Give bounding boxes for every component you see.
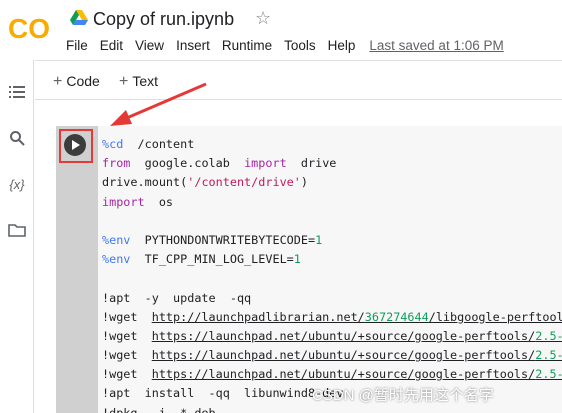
code-line: %cd /content xyxy=(102,137,195,151)
menu-icon[interactable] xyxy=(7,82,27,102)
google-drive-icon xyxy=(70,10,88,25)
left-sidebar: {x} xyxy=(0,60,34,413)
code-cell[interactable]: %cd /content from google.colab import dri… xyxy=(56,126,562,413)
code-line: from google.colab import drive xyxy=(102,156,337,171)
notebook-title[interactable]: Copy of run.ipynb xyxy=(93,9,234,30)
code-line: %env PYTHONDONTWRITEBYTECODE=1 xyxy=(102,232,323,247)
code-line: !wget http://launchpadlibrarian.net/3672… xyxy=(102,309,562,324)
code-line: !dpkg -i *.deb xyxy=(102,405,216,413)
menu-file[interactable]: File xyxy=(66,38,88,53)
logo-text: CO xyxy=(8,13,50,44)
code-line: !wget https://launchpad.net/ubuntu/+sour… xyxy=(102,328,562,343)
code-line: import os xyxy=(102,194,174,209)
search-icon[interactable] xyxy=(7,128,27,148)
code-line: !wget https://launchpad.net/ubuntu/+sour… xyxy=(102,367,562,382)
watermark: CSDN @暂时先用这个名字 xyxy=(312,387,494,404)
plus-icon: + xyxy=(53,73,63,90)
last-saved-link[interactable]: Last saved at 1:06 PM xyxy=(369,38,503,53)
add-code-label: Code xyxy=(66,73,100,89)
code-line: !wget https://launchpad.net/ubuntu/+sour… xyxy=(102,348,562,363)
menu-bar: File Edit View Insert Runtime Tools Help… xyxy=(66,38,516,53)
menu-edit[interactable]: Edit xyxy=(100,38,123,53)
code-line: !apt -y update -qq xyxy=(102,290,252,305)
colab-logo[interactable]: CO xyxy=(8,10,54,46)
folder-icon[interactable] xyxy=(7,220,27,240)
header: CO Copy of run.ipynb ☆ File Edit View In… xyxy=(0,0,562,60)
run-cell-button[interactable] xyxy=(64,134,86,156)
star-icon[interactable]: ☆ xyxy=(255,8,271,29)
menu-tools[interactable]: Tools xyxy=(284,38,316,53)
add-code-button[interactable]: + Code xyxy=(53,73,100,91)
variables-icon[interactable]: {x} xyxy=(7,174,27,194)
code-line: drive.mount('/content/drive') xyxy=(102,175,308,190)
menu-view[interactable]: View xyxy=(135,38,164,53)
menu-insert[interactable]: Insert xyxy=(176,38,210,53)
cell-gutter xyxy=(56,126,98,413)
menu-help[interactable]: Help xyxy=(328,38,356,53)
code-line: %env TF_CPP_MIN_LOG_LEVEL=1 xyxy=(102,252,301,267)
code-editor[interactable]: %cd /content from google.colab import dri… xyxy=(98,126,562,413)
menu-runtime[interactable]: Runtime xyxy=(222,38,272,53)
